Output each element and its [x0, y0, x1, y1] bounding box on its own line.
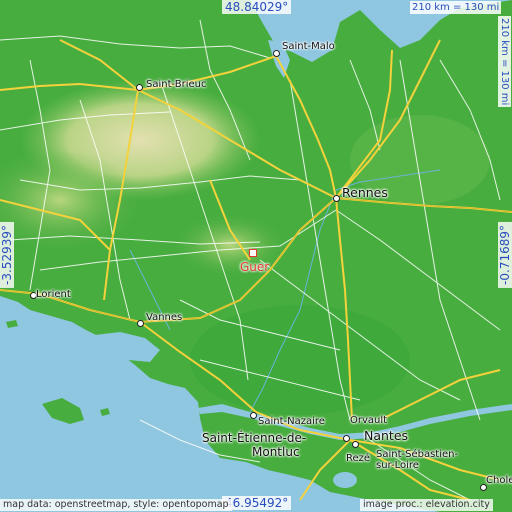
city-label-reze: Rezé [346, 453, 371, 464]
city-label-rennes: Rennes [342, 185, 388, 200]
city-label-vannes: Vannes [146, 312, 183, 323]
city-dot-saint-nazaire [250, 412, 257, 419]
credit-image-processing: image proc.: elevation.city [360, 499, 493, 511]
city-dot-nantes [352, 441, 359, 448]
city-label-cholet: Chole [486, 475, 512, 486]
coordinate-bottom: 46.95492° [222, 496, 292, 510]
city-label-lorient: Lorient [36, 289, 71, 300]
city-dot-saint-brieuc [136, 84, 143, 91]
city-dot-saint-malo [273, 50, 280, 57]
city-label-saint-malo: Saint-Malo [282, 41, 335, 52]
city-dot-vannes [137, 320, 144, 327]
coordinate-left: -3.52939° [0, 222, 14, 288]
scale-horizontal: 210 km = 130 mi [410, 1, 502, 14]
city-label-saint-sebastien-line2: sur-Loire [376, 460, 419, 471]
city-dot-rennes [333, 195, 340, 202]
city-label-saint-etienne-line2: Montluc [252, 445, 300, 459]
city-label-saint-nazaire: Saint-Nazaire [258, 416, 325, 427]
location-marker-label: Guer [240, 260, 270, 274]
city-label-orvault: Orvault [350, 415, 388, 426]
coordinate-right: -0.71689° [498, 222, 512, 288]
location-marker[interactable] [249, 249, 257, 257]
coordinate-top: 48.84029° [222, 0, 292, 14]
city-label-saint-brieuc: Saint-Brieuc [146, 79, 207, 90]
lowland-south [190, 305, 410, 415]
city-dot-orvault [343, 435, 350, 442]
credit-map-data: map data: openstreetmap, style: opentopo… [0, 499, 232, 511]
city-label-nantes: Nantes [364, 428, 409, 443]
lake [333, 472, 357, 488]
city-label-saint-sebastien-line1: Saint-Sébastien- [376, 449, 459, 460]
city-label-saint-etienne-line1: Saint-Étienne-de- [202, 431, 307, 445]
scale-vertical: 210 km = 130 mi [498, 16, 511, 108]
map-view[interactable]: Saint-Malo Saint-Brieuc Rennes Lorient V… [0, 0, 512, 512]
